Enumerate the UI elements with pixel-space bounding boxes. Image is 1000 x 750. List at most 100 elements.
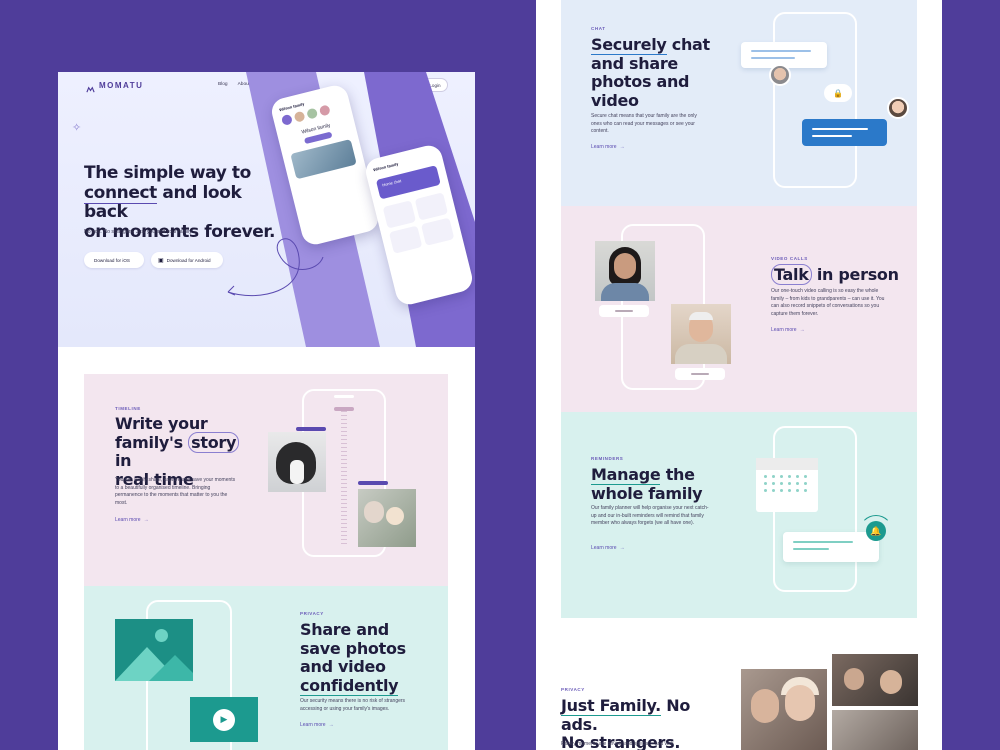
- privacy-title-line3: and video: [300, 657, 386, 676]
- arrow-right-icon: →: [328, 722, 334, 728]
- reminders-title-line2: whole family: [591, 483, 703, 503]
- timeline-marker: [358, 481, 388, 485]
- logo-text: MOMATU: [99, 81, 144, 90]
- video-photo-woman: [595, 241, 655, 301]
- privacy-body: Our security means there is no risk of s…: [300, 698, 406, 712]
- video-tile[interactable]: ▶: [190, 697, 258, 742]
- just-family-title-a: Just Family.: [561, 696, 661, 716]
- caption-chip: [675, 368, 725, 380]
- video-calls-eyebrow: VIDEO CALLS: [771, 256, 808, 261]
- chat-eyebrow: CHAT: [591, 26, 606, 31]
- video-calls-title: Talk in person: [771, 264, 901, 285]
- video-calls-section: VIDEO CALLS Talk in person Our one-touch…: [561, 206, 917, 412]
- timeline-learn-more-link[interactable]: Learn more →: [115, 517, 149, 523]
- member-card: [414, 192, 449, 221]
- phone-notch: [334, 395, 354, 398]
- family-photo-hug: [741, 669, 827, 750]
- reminders-title-line1: the: [660, 465, 695, 484]
- just-family-body: Family moments are private and special –…: [561, 741, 674, 747]
- privacy-section: ▶ PRIVACY Share and save photos and vide…: [84, 586, 448, 750]
- learn-more-label: Learn more: [591, 144, 617, 150]
- bell-icon: 🔔: [866, 521, 886, 541]
- timeline-marker: [334, 407, 354, 411]
- hero-section: MOMATU Blog About How it works Pricing L…: [58, 72, 475, 347]
- timeline-title-line2b: in: [115, 451, 132, 470]
- privacy-eyebrow: PRIVACY: [300, 611, 324, 616]
- landing-page-right: CHAT Securely chat and share photos and …: [536, 0, 942, 750]
- arrow-right-icon: →: [799, 327, 805, 333]
- video-calls-title-talk: Talk: [771, 264, 812, 285]
- video-photo-man: [671, 304, 731, 364]
- reminders-section: REMINDERS Manage the whole family Our fa…: [561, 412, 917, 618]
- chat-title-securely: Securely: [591, 35, 667, 55]
- privacy-title: Share and save photos and video confiden…: [300, 620, 420, 696]
- download-android-button[interactable]: ▣ Download for Android: [151, 252, 223, 268]
- learn-more-label: Learn more: [591, 545, 617, 551]
- video-calls-learn-more-link[interactable]: Learn more →: [771, 327, 805, 333]
- sparkle-icon: ✧: [72, 122, 82, 134]
- arrow-right-icon: →: [619, 144, 625, 150]
- hero-title-connect: connect: [84, 182, 157, 204]
- timeline-eyebrow: TIMELINE: [115, 406, 141, 411]
- timeline-title-line2a: family's: [115, 432, 189, 452]
- avatar-grandparent: [769, 64, 791, 86]
- calendar-icon: [756, 458, 818, 512]
- privacy-title-line1: Share and: [300, 620, 389, 639]
- timeline-rail: [341, 407, 347, 547]
- phone-photo-card: [290, 139, 357, 180]
- timeline-title-story: story: [188, 431, 240, 453]
- member-card: [388, 225, 423, 254]
- timeline-marker: [296, 427, 326, 431]
- avatar: [280, 113, 294, 126]
- nav-item-blog[interactable]: Blog: [218, 82, 228, 87]
- landing-page-left: MOMATU Blog About How it works Pricing L…: [58, 72, 475, 750]
- video-calls-body: Our one-touch video calling is so easy t…: [771, 288, 885, 317]
- just-family-section: PRIVACY Just Family. No ads. No stranger…: [536, 630, 942, 750]
- learn-more-label: Learn more: [115, 517, 141, 523]
- timeline-photo-dog: [268, 432, 326, 492]
- arrow-right-icon: →: [143, 517, 149, 523]
- momatu-logo-icon: [86, 81, 95, 93]
- reminders-title-manage: Manage: [591, 465, 661, 485]
- video-calls-title-rest: in person: [811, 265, 899, 284]
- reminders-eyebrow: REMINDERS: [591, 456, 624, 461]
- reminder-note-card: [783, 532, 879, 562]
- chat-title: Securely chat and share photos and video: [591, 35, 721, 110]
- just-family-eyebrow: PRIVACY: [561, 687, 585, 692]
- learn-more-label: Learn more: [300, 722, 326, 728]
- chat-title-line1: chat: [666, 35, 710, 54]
- play-icon: ▶: [213, 708, 235, 731]
- timeline-photo-family: [358, 489, 416, 547]
- avatar: [293, 110, 306, 123]
- timeline-section: TIMELINE Write your family's story in re…: [84, 374, 448, 586]
- chat-title-line3: photos and: [591, 72, 690, 91]
- arrow-right-icon: →: [619, 545, 625, 551]
- family-photo-group: [832, 710, 918, 750]
- privacy-learn-more-link[interactable]: Learn more →: [300, 722, 334, 728]
- reminders-learn-more-link[interactable]: Learn more →: [591, 545, 625, 551]
- caption-chip: [599, 305, 649, 317]
- avatar-child: [887, 97, 909, 119]
- download-ios-button[interactable]: Download for iOS: [84, 252, 144, 268]
- lock-icon: 🔒: [824, 84, 852, 102]
- avatar: [306, 107, 319, 120]
- family-photo-reading: [832, 654, 918, 706]
- chat-section: CHAT Securely chat and share photos and …: [561, 0, 917, 206]
- chat-learn-more-link[interactable]: Learn more →: [591, 144, 625, 150]
- chat-title-line2: and share: [591, 53, 678, 73]
- reminders-title: Manage the whole family: [591, 465, 721, 503]
- timeline-title-line1: Write your: [115, 414, 208, 433]
- download-android-label: Download for Android: [166, 257, 211, 263]
- reminders-body: Our family planner will help organise yo…: [591, 505, 709, 526]
- hero-subtitle: No ads. No strangers. Just you and your …: [84, 229, 193, 235]
- download-ios-label: Download for iOS: [94, 257, 131, 263]
- chat-title-line4: video: [591, 90, 639, 110]
- logo[interactable]: MOMATU: [86, 81, 144, 93]
- image-placeholder-icon: [115, 619, 193, 681]
- chat-bubble-outgoing: [802, 119, 887, 146]
- hero-title-line1: The simple way to: [84, 163, 251, 183]
- privacy-title-line2: save photos: [300, 638, 406, 658]
- privacy-title-line4: confidently: [300, 675, 399, 696]
- member-card: [420, 217, 455, 246]
- timeline-body: You can easily share, capture and save y…: [115, 477, 236, 506]
